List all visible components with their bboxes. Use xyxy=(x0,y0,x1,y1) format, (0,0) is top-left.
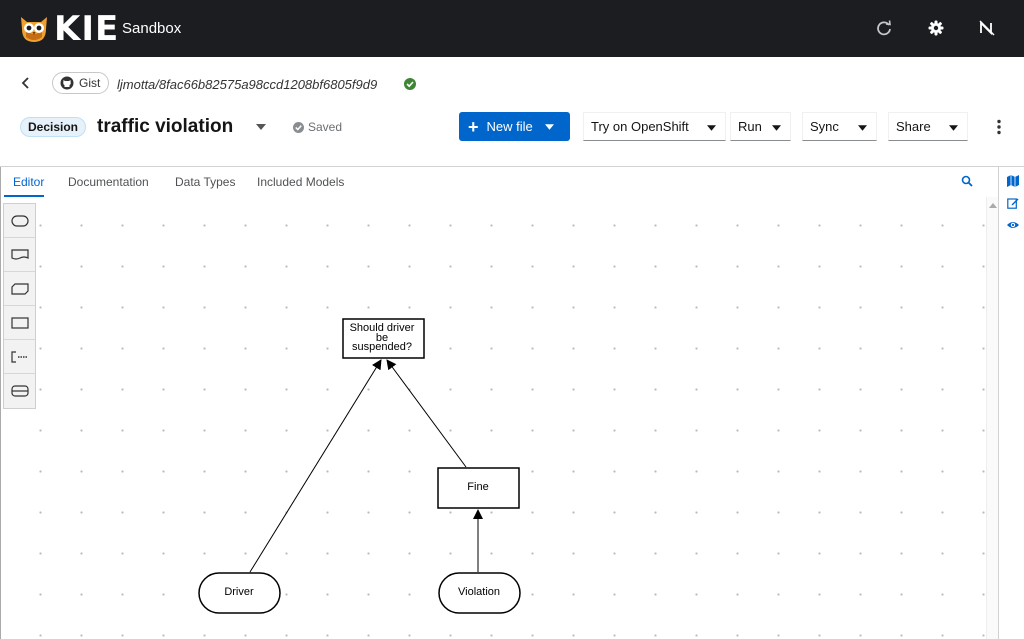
driver-label: Driver xyxy=(224,586,254,598)
file-header: Decision traffic violation Saved + New f… xyxy=(0,109,1024,167)
disconnected-extension-icon[interactable] xyxy=(978,19,996,37)
gear-icon[interactable] xyxy=(927,19,945,37)
new-file-button[interactable]: + New file xyxy=(459,112,570,141)
sync-refresh-icon[interactable] xyxy=(875,19,893,37)
edge-driver-to-decision[interactable] xyxy=(249,359,382,573)
knowledge-source-icon xyxy=(10,248,29,260)
preview-eye-icon[interactable] xyxy=(1007,219,1019,231)
palette-knowledge-source[interactable] xyxy=(4,238,35,272)
plus-icon: + xyxy=(468,116,479,137)
fine-label: Fine xyxy=(467,481,488,493)
back-chevron-icon[interactable] xyxy=(20,76,32,90)
dmn-palette xyxy=(3,203,36,409)
kebab-menu-icon[interactable] xyxy=(996,119,1002,135)
share-label: Share xyxy=(896,119,931,134)
tab-documentation[interactable]: Documentation xyxy=(68,175,149,189)
properties-edit-icon[interactable] xyxy=(1007,197,1019,209)
decision-navigator-map-icon[interactable] xyxy=(1007,175,1019,187)
file-name[interactable]: traffic violation xyxy=(97,116,233,138)
tab-editor[interactable]: Editor xyxy=(13,175,44,189)
palette-text-annotation[interactable] xyxy=(4,340,35,374)
save-status: Saved xyxy=(293,120,342,134)
palette-decision-service[interactable] xyxy=(4,374,35,408)
input-data-icon xyxy=(10,214,29,227)
editor-tabs: Editor Documentation Data Types Included… xyxy=(0,167,998,197)
gist-path[interactable]: ljmotta/8fac66b82575a98ccd1208bf6805f9d9 xyxy=(117,77,377,92)
gist-chip-label: Gist xyxy=(79,76,101,90)
new-file-caret-icon xyxy=(545,124,554,130)
right-properties-rail xyxy=(998,167,1024,639)
brand-name[interactable]: KIE xyxy=(54,9,119,49)
file-name-caret-icon[interactable] xyxy=(256,124,266,130)
scroll-up-arrow-icon[interactable] xyxy=(989,203,997,208)
drd-diagram: Should driver be suspended? Fine Driver … xyxy=(198,318,521,614)
run-caret-icon xyxy=(772,125,781,131)
canvas-vertical-scrollbar[interactable] xyxy=(986,197,998,639)
decision-icon xyxy=(10,316,29,329)
synced-check-icon xyxy=(404,78,416,90)
run-label: Run xyxy=(738,119,762,134)
saved-check-icon xyxy=(293,121,304,133)
new-file-label: New file xyxy=(486,119,533,134)
run-dropdown[interactable]: Run xyxy=(730,112,791,141)
repository-row: Gist ljmotta/8fac66b82575a98ccd1208bf680… xyxy=(0,57,1024,109)
edge-fine-to-decision[interactable] xyxy=(386,359,467,468)
gist-chip[interactable]: Gist xyxy=(52,72,110,94)
masthead: KIE Sandbox xyxy=(0,0,1024,57)
search-icon[interactable] xyxy=(961,175,973,187)
decision-label-line-3: suspended? xyxy=(352,341,412,353)
github-icon xyxy=(60,76,74,90)
business-knowledge-model-icon xyxy=(10,282,29,295)
text-annotation-icon xyxy=(10,350,27,363)
file-type-badge: Decision xyxy=(20,117,87,137)
decision-service-icon xyxy=(10,385,29,397)
sync-caret-icon xyxy=(858,125,867,131)
product-name: Sandbox xyxy=(122,20,182,37)
tab-included-models[interactable]: Included Models xyxy=(257,175,344,189)
sync-label: Sync xyxy=(810,119,839,134)
input-data-node-violation[interactable]: Violation xyxy=(438,572,521,614)
violation-label: Violation xyxy=(458,586,500,598)
save-status-label: Saved xyxy=(308,120,343,134)
try-openshift-label: Try on OpenShift xyxy=(591,119,689,134)
try-openshift-caret-icon xyxy=(707,125,716,131)
try-openshift-dropdown[interactable]: Try on OpenShift xyxy=(583,112,726,141)
kie-owl-logo-icon[interactable] xyxy=(18,13,50,45)
palette-decision[interactable] xyxy=(4,306,35,340)
palette-business-knowledge-model[interactable] xyxy=(4,272,35,306)
share-dropdown[interactable]: Share xyxy=(888,112,968,141)
share-caret-icon xyxy=(949,125,958,131)
input-data-node-driver[interactable]: Driver xyxy=(198,572,281,614)
decision-node-fine[interactable]: Fine xyxy=(437,467,520,509)
decision-node-should-driver-be-suspended[interactable]: Should driver be suspended? xyxy=(342,318,425,359)
palette-input-data[interactable] xyxy=(4,204,35,238)
sync-dropdown[interactable]: Sync xyxy=(802,112,877,141)
tab-data-types[interactable]: Data Types xyxy=(175,175,235,189)
